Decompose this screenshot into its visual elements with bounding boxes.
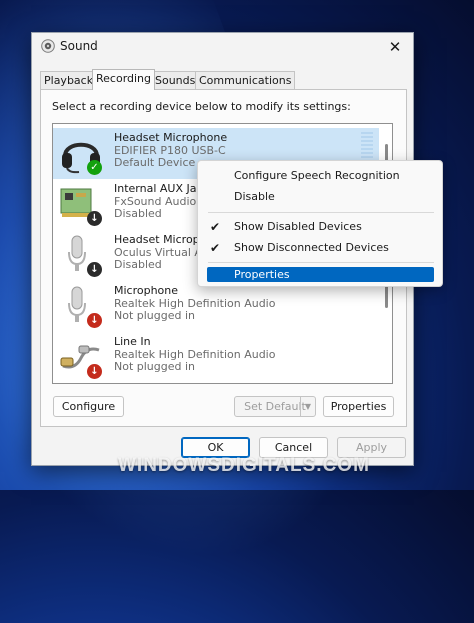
tab-recording[interactable]: Recording	[92, 69, 156, 90]
menu-separator	[208, 212, 434, 213]
unplugged-status-badge: ↓	[87, 313, 102, 328]
menu-item-label: Properties	[234, 268, 290, 281]
menu-separator	[208, 262, 434, 263]
watermark-text: WINDOWSDIGITALS.COM	[118, 455, 370, 476]
checkmark-icon: ✔	[210, 241, 221, 255]
menu-item-label: Show Disconnected Devices	[234, 241, 389, 254]
device-name: Internal AUX Jack	[114, 182, 209, 195]
menu-item-configure-speech-recognition[interactable]: Configure Speech Recognition	[198, 166, 442, 186]
tab-sounds[interactable]: Sounds	[151, 71, 200, 89]
close-button[interactable]: ✕	[377, 33, 413, 61]
device-item-line-in[interactable]: ↓ Line In Realtek High Definition Audio …	[53, 332, 379, 383]
properties-button[interactable]: Properties	[323, 396, 394, 417]
device-text: Microphone Realtek High Definition Audio…	[114, 284, 275, 323]
disabled-status-badge: ↓	[87, 262, 102, 277]
device-text: Internal AUX Jack FxSound Audio E Disabl…	[114, 182, 209, 221]
checkmark-icon: ✔	[210, 220, 221, 234]
device-status: Disabled	[114, 207, 162, 220]
set-default-button[interactable]: Set Default ▼	[234, 396, 316, 417]
set-default-label: Set Default	[244, 400, 306, 413]
instruction-text: Select a recording device below to modif…	[52, 100, 351, 113]
context-menu: Configure Speech Recognition Disable ✔ S…	[197, 160, 443, 287]
menu-item-label: Show Disabled Devices	[234, 220, 362, 233]
device-name: Line In	[114, 335, 151, 348]
device-status: Not plugged in	[114, 309, 196, 322]
speaker-icon	[41, 39, 55, 53]
menu-item-label: Disable	[234, 190, 275, 203]
device-text: Line In Realtek High Definition Audio No…	[114, 335, 275, 374]
menu-item-properties[interactable]: Properties	[207, 267, 434, 282]
default-status-badge: ✓	[87, 160, 102, 175]
tab-communications[interactable]: Communications	[195, 71, 296, 89]
menu-item-show-disconnected-devices[interactable]: ✔ Show Disconnected Devices	[198, 238, 442, 258]
device-item-microphone[interactable]: ↓ Microphone Realtek High Definition Aud…	[53, 281, 379, 332]
menu-item-disable[interactable]: Disable	[198, 187, 442, 207]
unplugged-status-badge: ↓	[87, 364, 102, 379]
device-name: Headset Microphone	[114, 131, 228, 144]
disabled-status-badge: ↓	[87, 211, 102, 226]
title-bar: Sound ✕	[32, 33, 413, 61]
tab-playback[interactable]: Playback	[40, 71, 98, 89]
device-status: Not plugged in	[114, 360, 196, 373]
configure-button[interactable]: Configure	[53, 396, 124, 417]
menu-item-label: Configure Speech Recognition	[234, 169, 400, 182]
chevron-down-icon[interactable]: ▼	[300, 397, 315, 416]
menu-item-show-disabled-devices[interactable]: ✔ Show Disabled Devices	[198, 217, 442, 237]
window-title: Sound	[60, 39, 98, 53]
